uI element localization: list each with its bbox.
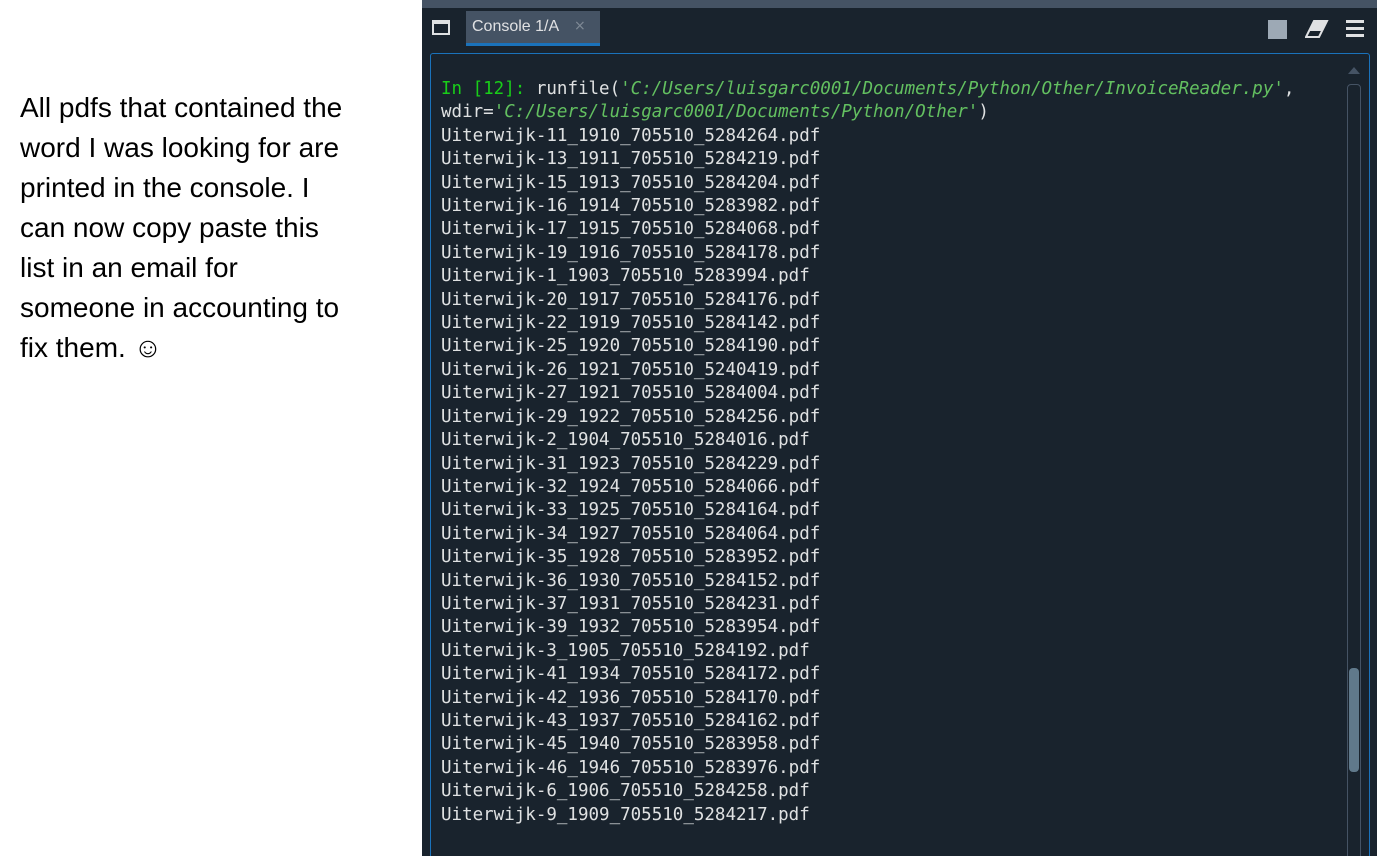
file-line: Uiterwijk-37_1931_705510_5284231.pdf <box>441 593 821 614</box>
spyder-console-pane: Console 1/A × In [12]: runfile('C:/Users… <box>422 0 1377 856</box>
tab-close-icon[interactable]: × <box>574 18 586 34</box>
input-prompt: In [12]: <box>441 79 526 99</box>
file-line: Uiterwijk-26_1921_705510_5240419.pdf <box>441 359 821 380</box>
file-line: Uiterwijk-19_1916_705510_5284178.pdf <box>441 242 821 263</box>
file-line: Uiterwijk-31_1923_705510_5284229.pdf <box>441 453 821 474</box>
file-line: Uiterwijk-17_1915_705510_5284068.pdf <box>441 219 821 240</box>
file-line: Uiterwijk-3_1905_705510_5284192.pdf <box>441 640 810 661</box>
file-line: Uiterwijk-35_1928_705510_5283952.pdf <box>441 547 821 568</box>
hamburger-menu-icon[interactable] <box>1346 20 1364 38</box>
file-line: Uiterwijk-39_1932_705510_5283954.pdf <box>441 617 821 638</box>
file-line: Uiterwijk-1_1903_705510_5283994.pdf <box>441 266 810 287</box>
file-line: Uiterwijk-25_1920_705510_5284190.pdf <box>441 336 821 357</box>
wdir-path: 'C:/Users/luisgarc0001/Documents/Python/… <box>493 102 979 123</box>
annotation-text: All pdfs that contained the word I was l… <box>20 92 343 363</box>
file-line: Uiterwijk-33_1925_705510_5284164.pdf <box>441 500 821 521</box>
file-line: Uiterwijk-45_1940_705510_5283958.pdf <box>441 734 821 755</box>
scroll-up-arrow-icon[interactable] <box>1348 67 1360 74</box>
file-line: Uiterwijk-6_1906_705510_5284258.pdf <box>441 781 810 802</box>
stop-icon[interactable] <box>1268 20 1287 39</box>
file-line: Uiterwijk-36_1930_705510_5284152.pdf <box>441 570 821 591</box>
script-path: 'C:/Users/luisgarc0001/Documents/Python/… <box>620 79 1284 99</box>
file-line: Uiterwijk-43_1937_705510_5284162.pdf <box>441 710 821 731</box>
file-line: Uiterwijk-13_1911_705510_5284219.pdf <box>441 149 821 170</box>
command-close: ) <box>978 102 989 123</box>
file-line: Uiterwijk-9_1909_705510_5284217.pdf <box>441 804 810 825</box>
window-pane-icon[interactable] <box>432 20 450 35</box>
file-line: Uiterwijk-22_1919_705510_5284142.pdf <box>441 313 821 334</box>
file-line: Uiterwijk-46_1946_705510_5283976.pdf <box>441 757 821 778</box>
console-text: In [12]: runfile('C:/Users/luisgarc0001/… <box>441 78 1294 827</box>
file-line: Uiterwijk-29_1922_705510_5284256.pdf <box>441 406 821 427</box>
tab-label: Console 1/A <box>472 18 560 35</box>
file-line: Uiterwijk-32_1924_705510_5284066.pdf <box>441 476 821 497</box>
file-line: Uiterwijk-41_1934_705510_5284172.pdf <box>441 664 821 685</box>
command-comma: , <box>1283 79 1295 99</box>
console-output[interactable]: In [12]: runfile('C:/Users/luisgarc0001/… <box>430 53 1370 856</box>
tab-console[interactable]: Console 1/A × <box>466 11 600 46</box>
file-line: Uiterwijk-2_1904_705510_5284016.pdf <box>441 430 810 451</box>
file-line: Uiterwijk-15_1913_705510_5284204.pdf <box>441 172 821 193</box>
scrollbar-thumb[interactable] <box>1349 668 1359 772</box>
file-line: Uiterwijk-20_1917_705510_5284176.pdf <box>441 289 821 310</box>
command-start: runfile( <box>525 79 621 99</box>
file-line: Uiterwijk-11_1910_705510_5284264.pdf <box>441 125 821 146</box>
file-line: Uiterwijk-42_1936_705510_5284170.pdf <box>441 687 821 708</box>
file-line: Uiterwijk-34_1927_705510_5284064.pdf <box>441 523 821 544</box>
file-line: Uiterwijk-16_1914_705510_5283982.pdf <box>441 196 821 217</box>
file-line: Uiterwijk-27_1921_705510_5284004.pdf <box>441 383 821 404</box>
wdir-label: wdir= <box>441 102 494 123</box>
pane-top-border <box>422 0 1377 8</box>
eraser-icon[interactable] <box>1305 18 1329 40</box>
